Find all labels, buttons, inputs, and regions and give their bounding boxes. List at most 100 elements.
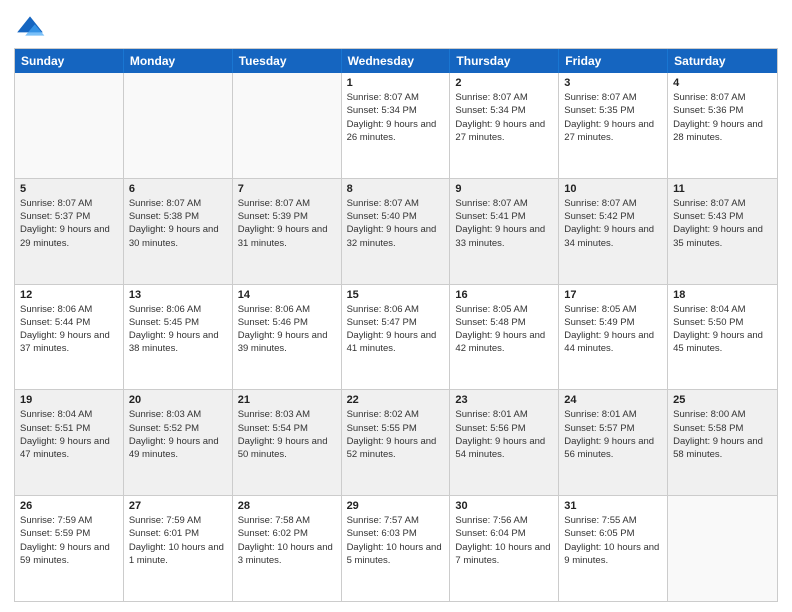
- calendar-cell: 12Sunrise: 8:06 AM Sunset: 5:44 PM Dayli…: [15, 285, 124, 390]
- header-cell-tuesday: Tuesday: [233, 49, 342, 73]
- cell-day-number: 12: [20, 289, 118, 301]
- cell-info: Sunrise: 8:03 AM Sunset: 5:52 PM Dayligh…: [129, 408, 227, 461]
- calendar-cell: 8 Sunrise: 8:07 AM Sunset: 5:40 PM Daylig…: [342, 179, 451, 284]
- calendar-cell: 13 Sunrise: 8:06 AM Sunset: 5:45 PM Dayli…: [124, 285, 233, 390]
- calendar-cell: 3Sunrise: 8:07 AM Sunset: 5:35 PM Daylig…: [559, 73, 668, 178]
- cell-day-number: 14: [238, 289, 336, 301]
- cell-info: Sunrise: 8:07 AM Sunset: 5:38 PM Dayligh…: [129, 197, 227, 250]
- calendar-cell: 20 Sunrise: 8:03 AM Sunset: 5:52 PM Dayli…: [124, 390, 233, 495]
- calendar-cell: 28 Sunrise: 7:58 AM Sunset: 6:02 PM Dayli…: [233, 496, 342, 601]
- cell-info: Sunrise: 8:07 AM Sunset: 5:36 PM Dayligh…: [673, 91, 772, 144]
- cell-day-number: 30: [455, 500, 553, 512]
- calendar-cell: 26Sunrise: 7:59 AM Sunset: 5:59 PM Dayli…: [15, 496, 124, 601]
- calendar-cell: 17 Sunrise: 8:05 AM Sunset: 5:49 PM Dayli…: [559, 285, 668, 390]
- calendar-cell: 4 Sunrise: 8:07 AM Sunset: 5:36 PM Daylig…: [668, 73, 777, 178]
- calendar-header: SundayMondayTuesdayWednesdayThursdayFrid…: [15, 49, 777, 73]
- cell-info: Sunrise: 8:07 AM Sunset: 5:34 PM Dayligh…: [347, 91, 445, 144]
- calendar-cell: [668, 496, 777, 601]
- calendar-cell: 5Sunrise: 8:07 AM Sunset: 5:37 PM Daylig…: [15, 179, 124, 284]
- page: SundayMondayTuesdayWednesdayThursdayFrid…: [0, 0, 792, 612]
- calendar-cell: 24 Sunrise: 8:01 AM Sunset: 5:57 PM Dayli…: [559, 390, 668, 495]
- calendar-cell: 9Sunrise: 8:07 AM Sunset: 5:41 PM Daylig…: [450, 179, 559, 284]
- cell-info: Sunrise: 8:05 AM Sunset: 5:49 PM Dayligh…: [564, 303, 662, 356]
- cell-info: Sunrise: 8:05 AM Sunset: 5:48 PM Dayligh…: [455, 303, 553, 356]
- cell-info: Sunrise: 7:59 AM Sunset: 5:59 PM Dayligh…: [20, 514, 118, 567]
- logo-icon: [14, 10, 46, 42]
- cell-day-number: 4: [673, 77, 772, 89]
- calendar-cell: 16Sunrise: 8:05 AM Sunset: 5:48 PM Dayli…: [450, 285, 559, 390]
- header-cell-friday: Friday: [559, 49, 668, 73]
- calendar-row-4: 19 Sunrise: 8:04 AM Sunset: 5:51 PM Dayli…: [15, 389, 777, 495]
- cell-info: Sunrise: 7:56 AM Sunset: 6:04 PM Dayligh…: [455, 514, 553, 567]
- calendar-cell: [15, 73, 124, 178]
- calendar-cell: 1 Sunrise: 8:07 AM Sunset: 5:34 PM Daylig…: [342, 73, 451, 178]
- header-cell-thursday: Thursday: [450, 49, 559, 73]
- cell-info: Sunrise: 7:58 AM Sunset: 6:02 PM Dayligh…: [238, 514, 336, 567]
- cell-info: Sunrise: 7:59 AM Sunset: 6:01 PM Dayligh…: [129, 514, 227, 567]
- calendar-body: 1 Sunrise: 8:07 AM Sunset: 5:34 PM Daylig…: [15, 73, 777, 601]
- cell-day-number: 21: [238, 394, 336, 406]
- cell-day-number: 11: [673, 183, 772, 195]
- cell-day-number: 24: [564, 394, 662, 406]
- cell-day-number: 17: [564, 289, 662, 301]
- cell-day-number: 29: [347, 500, 445, 512]
- cell-info: Sunrise: 7:55 AM Sunset: 6:05 PM Dayligh…: [564, 514, 662, 567]
- cell-info: Sunrise: 8:07 AM Sunset: 5:39 PM Dayligh…: [238, 197, 336, 250]
- header-cell-wednesday: Wednesday: [342, 49, 451, 73]
- cell-day-number: 25: [673, 394, 772, 406]
- cell-day-number: 22: [347, 394, 445, 406]
- calendar-cell: 21 Sunrise: 8:03 AM Sunset: 5:54 PM Dayli…: [233, 390, 342, 495]
- header-cell-monday: Monday: [124, 49, 233, 73]
- calendar-cell: 22 Sunrise: 8:02 AM Sunset: 5:55 PM Dayli…: [342, 390, 451, 495]
- header-cell-sunday: Sunday: [15, 49, 124, 73]
- calendar-cell: 14 Sunrise: 8:06 AM Sunset: 5:46 PM Dayli…: [233, 285, 342, 390]
- cell-day-number: 15: [347, 289, 445, 301]
- cell-day-number: 27: [129, 500, 227, 512]
- cell-info: Sunrise: 8:06 AM Sunset: 5:47 PM Dayligh…: [347, 303, 445, 356]
- calendar-cell: 10 Sunrise: 8:07 AM Sunset: 5:42 PM Dayli…: [559, 179, 668, 284]
- cell-info: Sunrise: 7:57 AM Sunset: 6:03 PM Dayligh…: [347, 514, 445, 567]
- calendar-cell: 30 Sunrise: 7:56 AM Sunset: 6:04 PM Dayli…: [450, 496, 559, 601]
- cell-info: Sunrise: 8:07 AM Sunset: 5:35 PM Dayligh…: [564, 91, 662, 144]
- cell-day-number: 8: [347, 183, 445, 195]
- cell-info: Sunrise: 8:07 AM Sunset: 5:40 PM Dayligh…: [347, 197, 445, 250]
- cell-day-number: 1: [347, 77, 445, 89]
- calendar-cell: 7 Sunrise: 8:07 AM Sunset: 5:39 PM Daylig…: [233, 179, 342, 284]
- cell-info: Sunrise: 8:02 AM Sunset: 5:55 PM Dayligh…: [347, 408, 445, 461]
- calendar-cell: 23 Sunrise: 8:01 AM Sunset: 5:56 PM Dayli…: [450, 390, 559, 495]
- cell-day-number: 9: [455, 183, 553, 195]
- cell-info: Sunrise: 8:00 AM Sunset: 5:58 PM Dayligh…: [673, 408, 772, 461]
- cell-info: Sunrise: 8:07 AM Sunset: 5:37 PM Dayligh…: [20, 197, 118, 250]
- cell-info: Sunrise: 8:06 AM Sunset: 5:46 PM Dayligh…: [238, 303, 336, 356]
- cell-info: Sunrise: 8:06 AM Sunset: 5:45 PM Dayligh…: [129, 303, 227, 356]
- cell-info: Sunrise: 8:07 AM Sunset: 5:42 PM Dayligh…: [564, 197, 662, 250]
- cell-day-number: 2: [455, 77, 553, 89]
- calendar-row-5: 26Sunrise: 7:59 AM Sunset: 5:59 PM Dayli…: [15, 495, 777, 601]
- cell-day-number: 31: [564, 500, 662, 512]
- cell-info: Sunrise: 8:07 AM Sunset: 5:34 PM Dayligh…: [455, 91, 553, 144]
- cell-info: Sunrise: 8:01 AM Sunset: 5:57 PM Dayligh…: [564, 408, 662, 461]
- calendar-row-1: 1 Sunrise: 8:07 AM Sunset: 5:34 PM Daylig…: [15, 73, 777, 178]
- calendar-cell: [124, 73, 233, 178]
- header: [14, 10, 778, 42]
- calendar-cell: 15 Sunrise: 8:06 AM Sunset: 5:47 PM Dayli…: [342, 285, 451, 390]
- calendar-cell: 2 Sunrise: 8:07 AM Sunset: 5:34 PM Daylig…: [450, 73, 559, 178]
- cell-day-number: 23: [455, 394, 553, 406]
- calendar-row-2: 5Sunrise: 8:07 AM Sunset: 5:37 PM Daylig…: [15, 178, 777, 284]
- cell-info: Sunrise: 8:04 AM Sunset: 5:51 PM Dayligh…: [20, 408, 118, 461]
- cell-info: Sunrise: 8:04 AM Sunset: 5:50 PM Dayligh…: [673, 303, 772, 356]
- cell-day-number: 19: [20, 394, 118, 406]
- calendar-cell: 11Sunrise: 8:07 AM Sunset: 5:43 PM Dayli…: [668, 179, 777, 284]
- calendar-cell: 19 Sunrise: 8:04 AM Sunset: 5:51 PM Dayli…: [15, 390, 124, 495]
- calendar-cell: 25 Sunrise: 8:00 AM Sunset: 5:58 PM Dayli…: [668, 390, 777, 495]
- calendar-row-3: 12Sunrise: 8:06 AM Sunset: 5:44 PM Dayli…: [15, 284, 777, 390]
- cell-info: Sunrise: 8:01 AM Sunset: 5:56 PM Dayligh…: [455, 408, 553, 461]
- cell-day-number: 13: [129, 289, 227, 301]
- calendar-cell: 27 Sunrise: 7:59 AM Sunset: 6:01 PM Dayli…: [124, 496, 233, 601]
- calendar-cell: 31 Sunrise: 7:55 AM Sunset: 6:05 PM Dayli…: [559, 496, 668, 601]
- cell-day-number: 10: [564, 183, 662, 195]
- cell-day-number: 28: [238, 500, 336, 512]
- cell-day-number: 20: [129, 394, 227, 406]
- cell-info: Sunrise: 8:03 AM Sunset: 5:54 PM Dayligh…: [238, 408, 336, 461]
- cell-day-number: 7: [238, 183, 336, 195]
